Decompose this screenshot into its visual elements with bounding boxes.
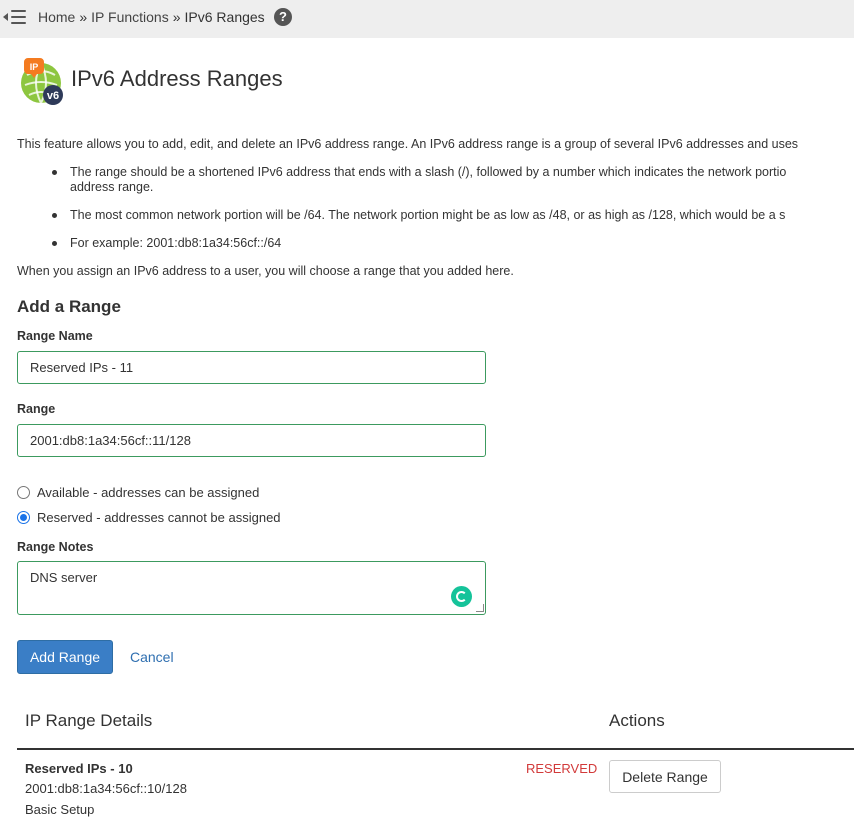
breadcrumb: Home» IP Functions» IPv6 Ranges	[38, 9, 265, 25]
breadcrumb-home[interactable]: Home	[38, 9, 75, 25]
icon-badge-v6: v6	[47, 90, 59, 102]
breadcrumb-ip-functions[interactable]: IP Functions	[91, 9, 169, 25]
delete-range-button[interactable]: Delete Range	[609, 760, 721, 793]
range-name-label: Range Name	[17, 329, 93, 343]
intro-text: This feature allows you to add, edit, an…	[17, 137, 799, 151]
breadcrumb-separator: »	[172, 9, 181, 25]
assign-note: When you assign an IPv6 address to a use…	[17, 264, 514, 278]
add-range-heading: Add a Range	[17, 297, 121, 316]
radio-available-label: Available - addresses can be assigned	[37, 485, 260, 500]
radio-reserved-button[interactable]	[17, 511, 30, 524]
top-bar: Home» IP Functions» IPv6 Ranges ?	[0, 0, 854, 38]
radio-available-button[interactable]	[17, 486, 30, 499]
range-label: Range	[17, 402, 56, 416]
bullet-item: The range should be a shortened IPv6 add…	[52, 165, 786, 195]
breadcrumb-separator: »	[79, 9, 88, 25]
bullet-item: The most common network portion will be …	[52, 208, 785, 223]
page-title: IPv6 Address Ranges	[71, 66, 283, 91]
row-range-name: Reserved IPs - 10	[25, 761, 133, 776]
ipv6-globe-icon: IP v6	[21, 58, 63, 105]
resize-handle-icon[interactable]	[476, 604, 484, 612]
table-divider	[17, 748, 854, 750]
cancel-link[interactable]: Cancel	[130, 649, 174, 665]
radio-reserved[interactable]: Reserved - addresses cannot be assigned	[17, 510, 281, 525]
bullet-item: For example: 2001:db8:1a34:56cf::/64	[52, 236, 281, 251]
range-name-input[interactable]: Reserved IPs - 11	[17, 351, 486, 384]
row-range-value: 2001:db8:1a34:56cf::10/128	[25, 781, 187, 796]
icon-badge-ip: IP	[30, 62, 39, 72]
breadcrumb-current: IPv6 Ranges	[184, 9, 265, 25]
table-header-details: IP Range Details	[25, 711, 153, 730]
table-header-actions: Actions	[609, 711, 665, 730]
help-icon[interactable]: ?	[274, 8, 292, 26]
grammarly-icon[interactable]	[451, 586, 472, 607]
radio-reserved-label: Reserved - addresses cannot be assigned	[37, 510, 281, 525]
range-notes-textarea[interactable]: DNS server	[17, 561, 486, 615]
range-notes-label: Range Notes	[17, 540, 94, 554]
radio-available[interactable]: Available - addresses can be assigned	[17, 485, 259, 500]
collapse-sidebar-icon[interactable]	[2, 8, 26, 26]
status-badge: RESERVED	[526, 761, 598, 776]
add-range-button[interactable]: Add Range	[17, 640, 113, 674]
range-input[interactable]: 2001:db8:1a34:56cf::11/128	[17, 424, 486, 457]
row-range-notes: Basic Setup	[25, 802, 95, 817]
